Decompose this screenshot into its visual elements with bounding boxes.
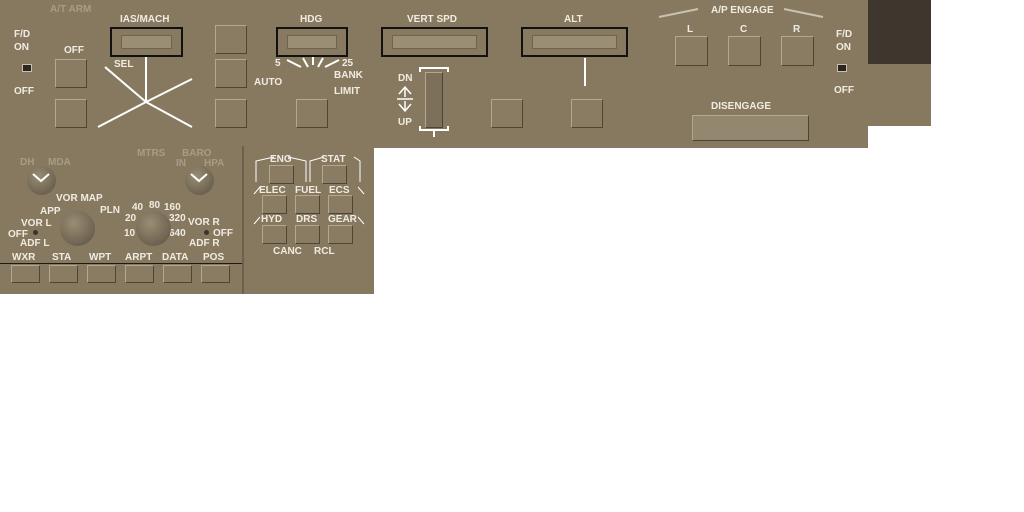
gear-button[interactable] — [328, 225, 353, 244]
eicas-separator — [242, 146, 244, 294]
hdg-display — [276, 27, 348, 57]
mcp-button-1[interactable] — [215, 25, 247, 54]
ap-l-button[interactable] — [675, 36, 708, 66]
vor-map-label: VOR MAP — [56, 193, 103, 204]
at-off-label: OFF — [64, 45, 84, 56]
dark-block — [868, 0, 931, 64]
vert-spd-thumbwheel[interactable] — [425, 72, 443, 128]
pos-label: POS — [203, 252, 225, 263]
disengage-bar[interactable] — [692, 115, 809, 141]
wxr-label: WXR — [12, 252, 36, 263]
limit-label: LIMIT — [334, 86, 361, 97]
range-40-label: 40 — [132, 202, 144, 213]
range-640-label: 640 — [169, 228, 186, 239]
mcp-button-2[interactable] — [215, 59, 247, 88]
range-20-label: 20 — [125, 213, 137, 224]
up-label: UP — [398, 117, 412, 128]
ap-r-button[interactable] — [781, 36, 814, 66]
at-arm-label: A/T ARM — [50, 4, 92, 15]
auto-label: AUTO — [254, 77, 283, 88]
rcl-label: RCL — [314, 246, 335, 257]
canc-label: CANC — [273, 246, 302, 257]
ap-c-button[interactable] — [728, 36, 761, 66]
mcp-button-3[interactable] — [215, 99, 247, 128]
drs-button[interactable] — [295, 225, 320, 244]
fd-left-label: F/D — [14, 29, 31, 40]
fd-right-label: F/D — [836, 29, 853, 40]
sta-button[interactable] — [49, 265, 78, 283]
hdg-label: HDG — [300, 14, 323, 25]
ap-r-label: R — [793, 24, 801, 35]
bank-label: BANK — [334, 70, 363, 81]
range-80-label: 80 — [149, 200, 161, 211]
range-10-label: 10 — [124, 228, 136, 239]
fd-left-off-label: OFF — [14, 86, 34, 97]
at-second-button[interactable] — [55, 99, 87, 128]
efis-divider — [0, 263, 242, 264]
wxr-button[interactable] — [11, 265, 40, 283]
pos-button[interactable] — [201, 265, 230, 283]
hdg-hold-button[interactable] — [296, 99, 328, 128]
vor-l-label: VOR L — [21, 218, 52, 229]
alt-display — [521, 27, 628, 57]
range-160-label: 160 — [164, 202, 181, 213]
bank-25-label: 25 — [342, 58, 354, 69]
vert-spd-label: VERT SPD — [407, 14, 458, 25]
alt-label: ALT — [564, 14, 583, 25]
eng-button[interactable] — [269, 165, 294, 184]
ap-l-label: L — [687, 24, 694, 35]
disengage-label: DISENGAGE — [711, 101, 772, 112]
pln-label: PLN — [100, 205, 120, 216]
ap-c-label: C — [740, 24, 748, 35]
speed-selector-lines — [97, 57, 193, 128]
vs-button[interactable] — [491, 99, 523, 128]
adf-l-label: ADF L — [20, 238, 50, 249]
fd-right-on-label: ON — [836, 42, 851, 53]
ecs-button[interactable] — [328, 195, 353, 214]
dh-mda-pointer — [32, 173, 50, 183]
hyd-button[interactable] — [262, 225, 287, 244]
baro-pointer — [190, 173, 208, 183]
vor-r-label: VOR R — [188, 217, 220, 228]
wpt-label: WPT — [89, 252, 112, 263]
alt-selector-line — [584, 58, 586, 86]
dn-up-arrows-icon — [397, 85, 413, 113]
mode-selector-knob[interactable] — [60, 211, 95, 246]
arpt-button[interactable] — [125, 265, 154, 283]
vor-adf-right-switch[interactable] — [204, 230, 209, 235]
mcp-panel-right-extension — [868, 64, 931, 126]
fd-right-off-label: OFF — [834, 85, 854, 96]
arpt-label: ARPT — [125, 252, 153, 263]
wpt-button[interactable] — [87, 265, 116, 283]
bank-5-label: 5 — [275, 58, 281, 69]
ap-engage-label: A/P ENGAGE — [711, 5, 774, 16]
mtrs-label: MTRS — [137, 148, 166, 159]
fd-right-switch[interactable] — [837, 64, 847, 72]
elec-button[interactable] — [262, 195, 287, 214]
at-arm-button[interactable] — [55, 59, 87, 88]
hyd-label: HYD — [261, 214, 283, 225]
eng-label: ENG — [270, 154, 292, 165]
data-label: DATA — [162, 252, 189, 263]
fd-left-on-label: ON — [14, 42, 29, 53]
ias-mach-display — [110, 27, 183, 57]
vor-adf-left-switch[interactable] — [33, 230, 38, 235]
sta-label: STA — [52, 252, 72, 263]
fd-left-switch[interactable] — [22, 64, 32, 72]
range-320-label: 320 — [169, 213, 186, 224]
data-button[interactable] — [163, 265, 192, 283]
stat-label: STAT — [321, 154, 346, 165]
ias-mach-label: IAS/MACH — [120, 14, 170, 25]
app-label: APP — [40, 206, 61, 217]
fuel-button[interactable] — [295, 195, 320, 214]
alt-hold-button[interactable] — [571, 99, 603, 128]
dn-label: DN — [398, 73, 413, 84]
range-selector-knob[interactable] — [136, 211, 171, 246]
vert-spd-display — [381, 27, 488, 57]
gear-label: GEAR — [328, 214, 357, 225]
adf-r-label: ADF R — [189, 238, 220, 249]
drs-label: DRS — [296, 214, 318, 225]
stat-button[interactable] — [322, 165, 347, 184]
